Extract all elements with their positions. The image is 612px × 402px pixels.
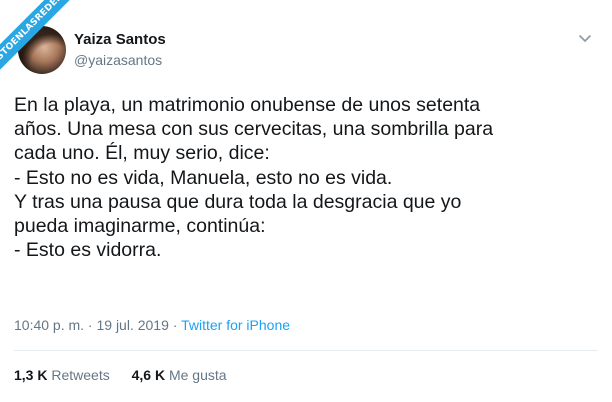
likes-count: 4,6 K — [131, 367, 166, 383]
likes-label: Me gusta — [168, 367, 227, 383]
tweet-line: - Esto no es vida, Manuela, esto no es v… — [14, 166, 393, 189]
watermark-text: VISTOENLASREDES — [0, 0, 75, 80]
retweets-label: Retweets — [51, 367, 110, 383]
watermark-ribbon: VISTOENLASREDES — [0, 0, 90, 90]
retweets-count: 1,3 K — [14, 367, 48, 383]
tweet-line: - Esto es vidorra. — [14, 239, 162, 262]
retweets-stat[interactable]: 1,3 K Retweets — [14, 367, 110, 383]
tweet-line: Y tras una pausa que dura toda la desgra… — [14, 190, 462, 213]
likes-stat[interactable]: 4,6 K Me gusta — [132, 367, 227, 383]
tweet-line: pueda imaginarme, continúa: — [14, 215, 266, 238]
tweet-card: VISTOENLASREDES Yaiza Santos @yaizasanto… — [0, 0, 612, 402]
tweet-timestamp: 10:40 p. m. · 19 jul. 2019 · Twitter for… — [14, 317, 290, 333]
tweet-stats: 1,3 K Retweets 4,6 K Me gusta — [14, 367, 245, 383]
tweet-line: cada uno. Él, muy serio, dice: — [14, 142, 270, 165]
tweet-source-link[interactable]: Twitter for iPhone — [181, 317, 290, 333]
tweet-text: En la playa, un matrimonio onubense de u… — [14, 93, 599, 262]
tweet-time-date[interactable]: 10:40 p. m. · 19 jul. 2019 · — [14, 317, 181, 333]
tweet-line: años. Una mesa con sus cervecitas, una s… — [14, 118, 494, 141]
chevron-down-icon[interactable] — [577, 30, 593, 46]
tweet-line: En la playa, un matrimonio onubense de u… — [14, 94, 481, 116]
divider — [14, 350, 598, 351]
